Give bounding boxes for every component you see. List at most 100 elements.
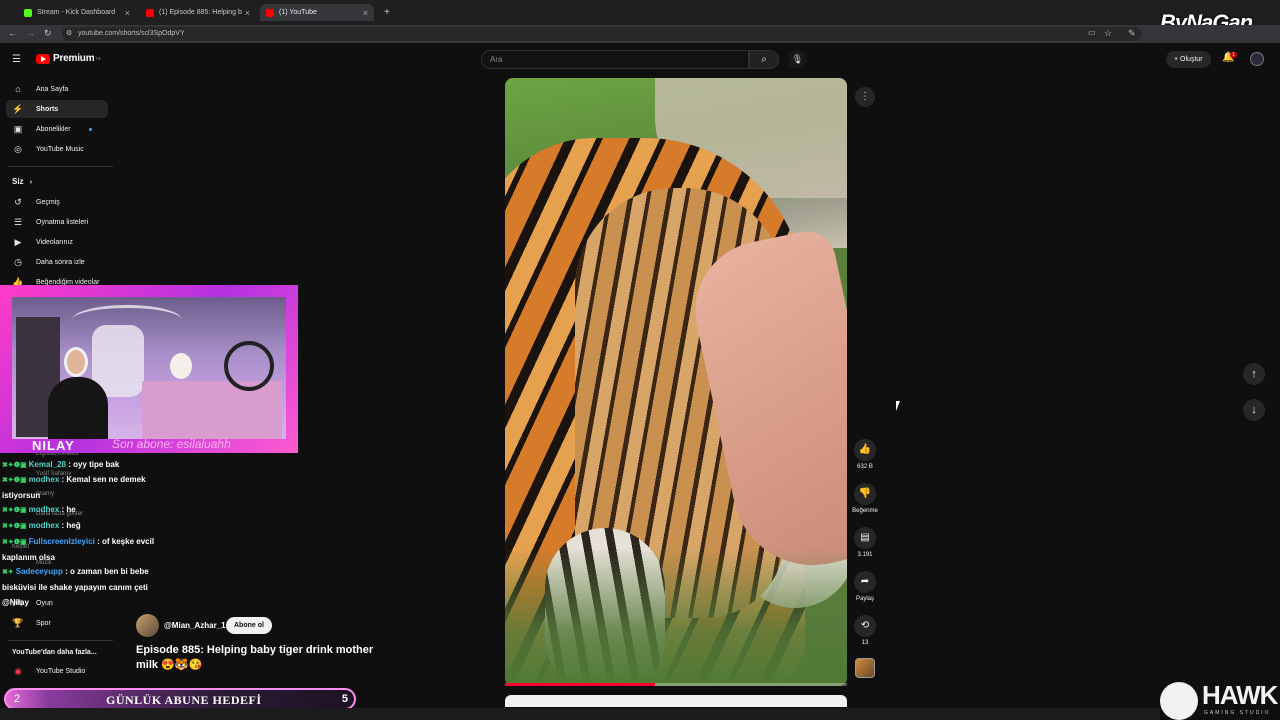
os-taskbar bbox=[0, 708, 1160, 720]
hawk-logo-subtext: GAMING STUDIO bbox=[1204, 710, 1271, 716]
search-button[interactable]: ⌕ bbox=[749, 50, 779, 69]
sidebar-item-history[interactable]: ↺ Geçmiş bbox=[6, 193, 108, 211]
close-tab-icon[interactable]: × bbox=[363, 8, 368, 18]
sidebar-item-youtube-music[interactable]: ◎ YouTube Music bbox=[6, 140, 108, 158]
sidebar-item-watch-later[interactable]: ◷ Daha sonra izle bbox=[6, 253, 108, 271]
thumbs-up-icon[interactable]: 👍 bbox=[854, 439, 876, 461]
comment-icon[interactable]: ▤ bbox=[854, 527, 876, 549]
share-action[interactable]: ➦ Paylaş bbox=[852, 571, 878, 602]
dislike-label: Beğenme bbox=[852, 508, 878, 514]
tab-episode-885[interactable]: (1) Episode 885: Helping b × bbox=[140, 4, 256, 21]
hawk-gaming-studio-logo: HAWK GAMING STUDIO bbox=[1160, 680, 1280, 720]
previous-short-button[interactable]: ↑ bbox=[1243, 363, 1265, 385]
hamburger-menu-icon[interactable]: ☰ bbox=[12, 54, 21, 65]
like-count: 632 B bbox=[857, 464, 873, 470]
chat-badges-icon: ✖✦❶▣ bbox=[2, 523, 27, 530]
mic-icon: 🎙 bbox=[791, 54, 804, 64]
shorts-icon: ⚡ bbox=[12, 103, 24, 114]
next-short-preview[interactable] bbox=[505, 695, 847, 707]
remix-action[interactable]: ⟲ 13 bbox=[852, 615, 878, 646]
sidebar-item-playlists[interactable]: ☰ Oynatma listeleri bbox=[6, 213, 108, 231]
account-avatar[interactable] bbox=[1250, 52, 1264, 66]
tab-kick-dashboard[interactable]: Stream - Kick Dashboard × bbox=[18, 4, 136, 21]
channel-name[interactable]: @Mian_Azhar_1 bbox=[164, 621, 226, 630]
arrow-down-icon: ↓ bbox=[1251, 404, 1257, 416]
sidebar-item-label: YouTube Music bbox=[36, 145, 84, 153]
short-title[interactable]: Episode 885: Helping baby tiger drink mo… bbox=[136, 643, 376, 673]
youtube-play-icon bbox=[36, 53, 50, 64]
sidebar-item-subscriptions[interactable]: ▣ Abonelikler bbox=[6, 120, 108, 138]
new-content-dot bbox=[88, 127, 92, 131]
notification-count-badge: 1 bbox=[1230, 52, 1237, 58]
watch-later-icon: ◷ bbox=[14, 256, 22, 267]
chat-message: ✖✦ Sadeceyupp : o zaman ben bi bebe biskü… bbox=[2, 567, 149, 607]
video-progress-bar[interactable] bbox=[505, 683, 847, 686]
music-icon: ◎ bbox=[14, 143, 22, 154]
logo-country: TR bbox=[95, 56, 101, 61]
video-more-options-button[interactable]: ⋮ bbox=[855, 87, 875, 107]
streamer-webcam-overlay bbox=[0, 285, 298, 453]
subscribe-button[interactable]: Abone ol bbox=[226, 617, 272, 634]
sidebar-item-shorts[interactable]: ⚡ Shorts bbox=[6, 100, 108, 118]
bookmark-star-icon[interactable]: ☆ bbox=[1104, 28, 1112, 39]
chat-message: ✖✦❶▣ Kemal_28 : oyy tipe bak bbox=[2, 460, 120, 469]
close-tab-icon[interactable]: × bbox=[245, 8, 250, 18]
video-progress-fill bbox=[505, 683, 656, 686]
sidebar-item-label: Ana Sayfa bbox=[36, 85, 69, 93]
your-videos-icon: ▶ bbox=[14, 236, 22, 247]
sidebar-item-label: Abonelikler bbox=[36, 125, 71, 133]
browser-tab-bar: ⌄ Stream - Kick Dashboard × (1) Episode … bbox=[0, 0, 1280, 25]
extension-icon[interactable]: ✎ bbox=[1128, 28, 1136, 39]
sidebar-section-you[interactable]: Siz › bbox=[12, 177, 32, 186]
sidebar-item-home[interactable]: ⌂ Ana Sayfa bbox=[6, 80, 108, 98]
chat-text: oyy tipe bak bbox=[73, 460, 120, 469]
browser-address-bar: ← → ↻ youtube.com/shorts/scl3SpOdpVY ⚙ ▭… bbox=[0, 25, 1280, 43]
sports-icon: 🏆 bbox=[12, 617, 24, 628]
chat-message: ✖✦❶▣ modhex : Kemal sen ne demek istiyors… bbox=[2, 475, 146, 500]
sidebar-item-your-videos[interactable]: ▶ Videolarınız bbox=[6, 233, 108, 251]
forward-icon[interactable]: → bbox=[26, 28, 35, 38]
teddy-bear bbox=[170, 353, 192, 379]
new-tab-button[interactable]: + bbox=[378, 4, 392, 21]
create-label: Oluştur bbox=[1180, 56, 1203, 63]
last-subscriber-banner: Son abone: esilaluahh bbox=[112, 437, 231, 451]
goal-current: 2 bbox=[14, 693, 21, 705]
channel-avatar[interactable] bbox=[136, 614, 159, 637]
streamer-head-with-headset bbox=[64, 347, 88, 377]
close-tab-icon[interactable]: × bbox=[125, 8, 130, 18]
thumbs-down-icon[interactable]: 👎 bbox=[854, 483, 876, 505]
hawk-logo-text: HAWK bbox=[1202, 680, 1278, 710]
section-label: Siz bbox=[12, 177, 24, 186]
goal-target: 5 bbox=[341, 693, 348, 705]
chat-text: he bbox=[66, 505, 76, 514]
reload-icon[interactable]: ↻ bbox=[44, 28, 52, 39]
daily-subscriber-goal-bar: 2 GÜNLÜK ABUNE HEDEFİ 5 bbox=[4, 688, 356, 710]
site-info-icon[interactable]: ⚙ bbox=[66, 29, 72, 37]
search-input[interactable]: Ara bbox=[481, 50, 749, 69]
tab-list-chevron[interactable]: ⌄ bbox=[2, 4, 8, 21]
sound-thumbnail[interactable] bbox=[855, 658, 875, 678]
remix-icon[interactable]: ⟲ bbox=[854, 615, 876, 637]
url-field[interactable]: youtube.com/shorts/scl3SpOdpVY bbox=[62, 27, 1142, 41]
sidebar-item-youtube-studio[interactable]: ◉ YouTube Studio bbox=[6, 662, 108, 680]
sidebar-item-label: Oynatma listeleri bbox=[36, 218, 89, 226]
youtube-premium-logo[interactable]: Premium TR bbox=[36, 53, 101, 64]
tab-title: (1) YouTube bbox=[279, 9, 317, 16]
install-app-icon[interactable]: ▭ bbox=[1088, 28, 1096, 37]
dislike-action[interactable]: 👎 Beğenme bbox=[852, 483, 878, 514]
tab-youtube[interactable]: (1) YouTube × bbox=[260, 4, 374, 21]
share-icon[interactable]: ➦ bbox=[854, 571, 876, 593]
comments-action[interactable]: ▤ 3.191 bbox=[852, 527, 878, 558]
sidebar-divider bbox=[8, 640, 113, 641]
create-button[interactable]: + Oluştur bbox=[1166, 51, 1211, 68]
voice-search-button[interactable]: 🎙 bbox=[788, 50, 807, 69]
chevron-right-icon: › bbox=[29, 179, 33, 186]
chat-badges-icon: ✖✦ bbox=[2, 569, 14, 576]
sidebar-item-sports[interactable]: 🏆 Spor bbox=[6, 614, 108, 632]
sidebar-item-label: Geçmiş bbox=[36, 198, 60, 206]
next-short-button[interactable]: ↓ bbox=[1243, 399, 1265, 421]
like-action[interactable]: 👍 632 B bbox=[852, 439, 878, 470]
back-icon[interactable]: ← bbox=[8, 28, 17, 38]
hawk-feather-icon bbox=[1160, 682, 1198, 720]
shorts-video-player[interactable] bbox=[505, 78, 847, 686]
